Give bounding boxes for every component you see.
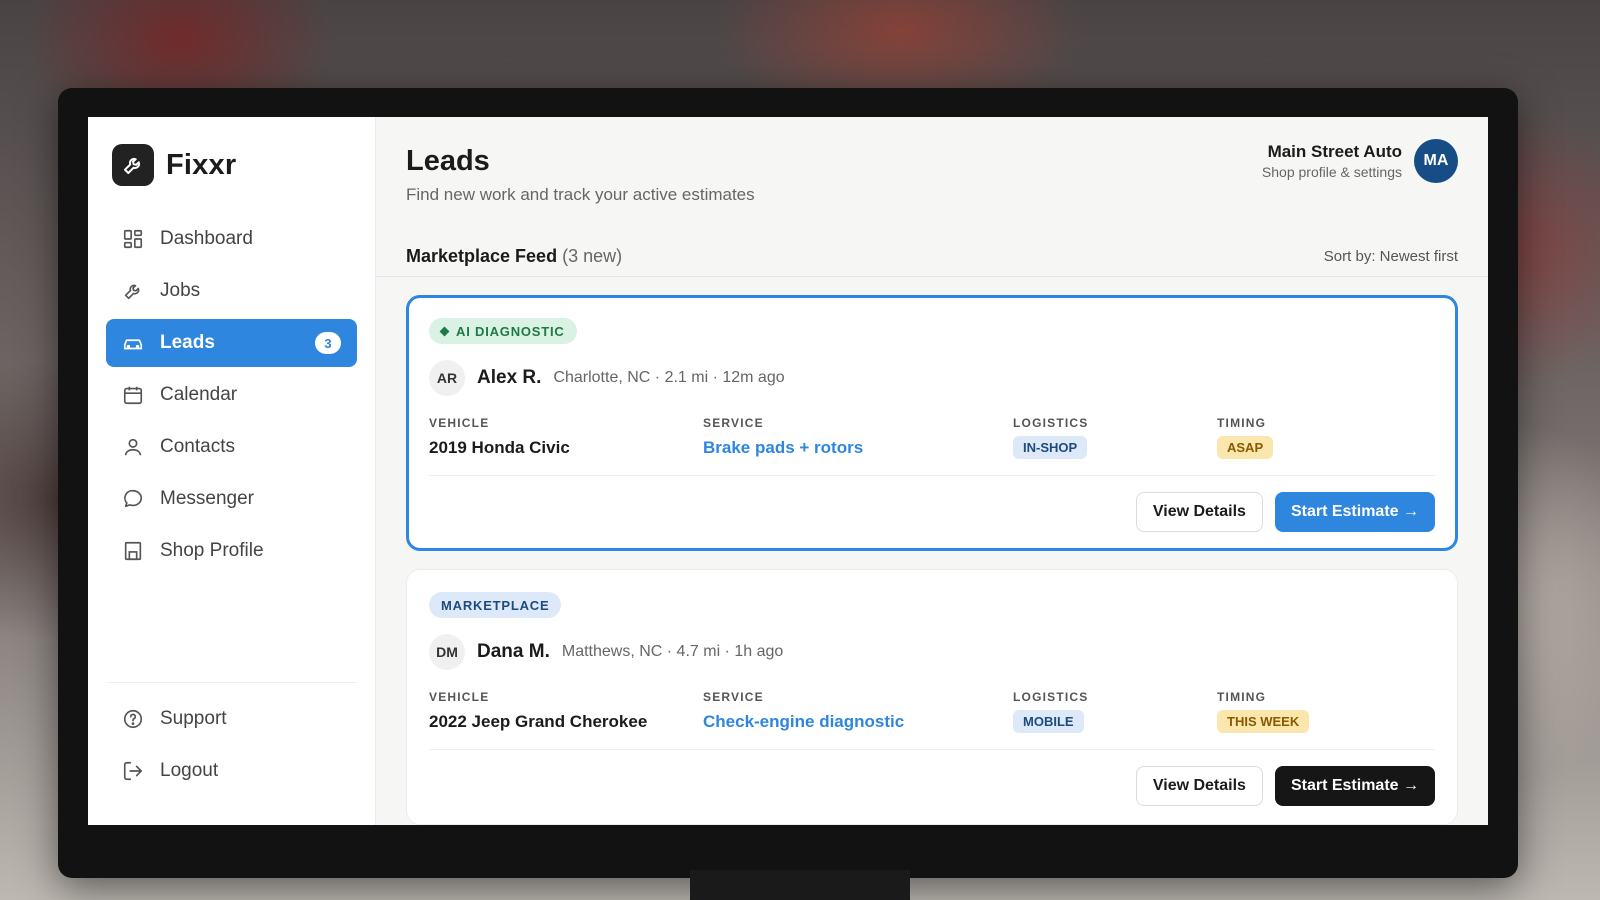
- tag-label: AI DIAGNOSTIC: [456, 323, 565, 339]
- timing-chip: ASAP: [1217, 436, 1274, 459]
- lead-card[interactable]: AI DIAGNOSTIC AR Alex R. Charlotte, NC ·…: [406, 295, 1458, 551]
- avatar[interactable]: MA: [1414, 139, 1458, 183]
- field-label: TIMING: [1217, 416, 1267, 430]
- dashboard-icon: [122, 228, 144, 250]
- account-text: Main Street Auto Shop profile & settings: [1262, 142, 1402, 180]
- logistics-chip: IN-SHOP: [1013, 436, 1088, 459]
- field-label: LOGISTICS: [1013, 690, 1089, 704]
- timing-field: TIMING THIS WEEK: [1217, 690, 1310, 733]
- service-field: SERVICE Check-engine diagnostic: [703, 690, 1013, 733]
- field-label: VEHICLE: [429, 416, 490, 430]
- service-field: SERVICE Brake pads + rotors: [703, 416, 1013, 459]
- sidebar-item-label: Shop Profile: [160, 540, 264, 561]
- page-subtitle: Find new work and track your active esti…: [406, 185, 755, 204]
- sidebar-item-label: Jobs: [160, 280, 201, 301]
- sidebar-item-contacts[interactable]: Contacts: [106, 423, 357, 471]
- main-nav: Dashboard Jobs Leads 3 Calendar Contacts…: [106, 215, 357, 575]
- service-link[interactable]: Check-engine diagnostic: [703, 712, 1013, 732]
- logout-icon: [122, 760, 144, 782]
- page-title: Leads: [406, 145, 490, 177]
- ai-diagnostic-tag: AI DIAGNOSTIC: [429, 318, 577, 344]
- page-header: Leads Find new work and track your activ…: [406, 117, 1458, 237]
- vehicle-field: VEHICLE 2022 Jeep Grand Cherokee: [429, 690, 703, 733]
- sidebar-item-support[interactable]: Support: [106, 695, 357, 743]
- sidebar-item-label: Messenger: [160, 488, 254, 509]
- vehicle-value: 2019 Honda Civic: [429, 438, 570, 457]
- brand[interactable]: Fixxr: [106, 117, 357, 213]
- sidebar-item-messenger[interactable]: Messenger: [106, 475, 357, 523]
- brand-name: Fixxr: [166, 148, 237, 181]
- account-name: Main Street Auto: [1267, 142, 1402, 161]
- logistics-field: LOGISTICS MOBILE: [1013, 690, 1217, 733]
- sidebar-item-jobs[interactable]: Jobs: [106, 267, 357, 315]
- storefront-icon: [122, 540, 144, 562]
- sidebar: Fixxr Dashboard Jobs Leads 3 Calendar Co…: [88, 117, 376, 825]
- account-subtitle: Shop profile & settings: [1261, 164, 1402, 180]
- start-estimate-button[interactable]: Start Estimate →: [1274, 766, 1435, 806]
- lead-meta: Charlotte, NC · 2.1 mi · 12m ago: [553, 369, 785, 386]
- lead-avatar: AR: [429, 360, 465, 396]
- calendar-icon: [122, 384, 144, 406]
- view-details-button[interactable]: View Details: [1135, 766, 1263, 806]
- sidebar-item-label: Support: [160, 708, 227, 729]
- start-estimate-button[interactable]: Start Estimate →: [1274, 492, 1435, 532]
- sidebar-item-label: Calendar: [160, 384, 238, 405]
- field-label: VEHICLE: [429, 690, 490, 704]
- leads-count-badge: 3: [315, 332, 341, 354]
- feed-title: Marketplace Feed (3 new): [406, 246, 622, 267]
- lead-card[interactable]: MARKETPLACE DM Dana M. Matthews, NC · 4.…: [406, 569, 1458, 825]
- wrench-icon: [112, 144, 154, 186]
- sidebar-item-shop-profile[interactable]: Shop Profile: [106, 527, 357, 575]
- car-icon: [122, 332, 144, 354]
- wrench-icon: [122, 280, 144, 302]
- sidebar-item-label: Contacts: [160, 436, 235, 457]
- sidebar-footer: Support Logout: [106, 682, 357, 799]
- marketplace-tag: MARKETPLACE: [429, 592, 562, 618]
- main-content: Leads Find new work and track your activ…: [376, 117, 1488, 825]
- sort-dropdown[interactable]: Sort by: Newest first: [1324, 248, 1458, 265]
- timing-chip: THIS WEEK: [1217, 710, 1310, 733]
- lead-avatar: DM: [429, 634, 465, 670]
- service-link[interactable]: Brake pads + rotors: [703, 438, 1013, 458]
- feed-count: (3 new): [562, 246, 623, 266]
- lead-fields: VEHICLE 2019 Honda Civic SERVICE Brake p…: [429, 416, 1435, 476]
- view-details-button[interactable]: View Details: [1135, 492, 1263, 532]
- diamond-icon: [439, 326, 450, 336]
- lead-actions: View Details Start Estimate →: [429, 492, 1435, 532]
- field-label: LOGISTICS: [1013, 416, 1089, 430]
- sidebar-item-dashboard[interactable]: Dashboard: [106, 215, 357, 263]
- sidebar-item-label: Dashboard: [160, 228, 253, 249]
- sidebar-item-calendar[interactable]: Calendar: [106, 371, 357, 419]
- lead-person: DM Dana M. Matthews, NC · 4.7 mi · 1h ag…: [429, 634, 1435, 670]
- sidebar-item-logout[interactable]: Logout: [106, 747, 357, 795]
- vehicle-value: 2022 Jeep Grand Cherokee: [429, 712, 648, 731]
- lead-actions: View Details Start Estimate →: [429, 766, 1435, 806]
- logistics-chip: MOBILE: [1013, 710, 1084, 733]
- lead-name: Dana M.: [477, 641, 550, 662]
- vehicle-field: VEHICLE 2019 Honda Civic: [429, 416, 703, 459]
- monitor-stand: [690, 870, 910, 900]
- feed-header: Marketplace Feed (3 new) Sort by: Newest…: [376, 237, 1488, 277]
- logistics-field: LOGISTICS IN-SHOP: [1013, 416, 1217, 459]
- field-label: TIMING: [1217, 690, 1267, 704]
- feed-title-text: Marketplace Feed: [406, 246, 558, 266]
- lead-name: Alex R.: [477, 367, 542, 388]
- sidebar-item-leads[interactable]: Leads 3: [106, 319, 357, 367]
- timing-field: TIMING ASAP: [1217, 416, 1274, 459]
- chat-bubble-icon: [122, 488, 144, 510]
- sidebar-item-label: Logout: [160, 760, 219, 781]
- lead-meta: Matthews, NC · 4.7 mi · 1h ago: [561, 643, 784, 660]
- account-menu[interactable]: Main Street Auto Shop profile & settings…: [1262, 139, 1458, 183]
- lead-person: AR Alex R. Charlotte, NC · 2.1 mi · 12m …: [429, 360, 1435, 396]
- app-window: Fixxr Dashboard Jobs Leads 3 Calendar Co…: [88, 117, 1488, 825]
- lead-fields: VEHICLE 2022 Jeep Grand Cherokee SERVICE…: [429, 690, 1435, 750]
- field-label: SERVICE: [703, 690, 764, 704]
- help-circle-icon: [122, 708, 144, 730]
- user-icon: [122, 436, 144, 458]
- sidebar-item-label: Leads: [160, 332, 215, 353]
- field-label: SERVICE: [703, 416, 764, 430]
